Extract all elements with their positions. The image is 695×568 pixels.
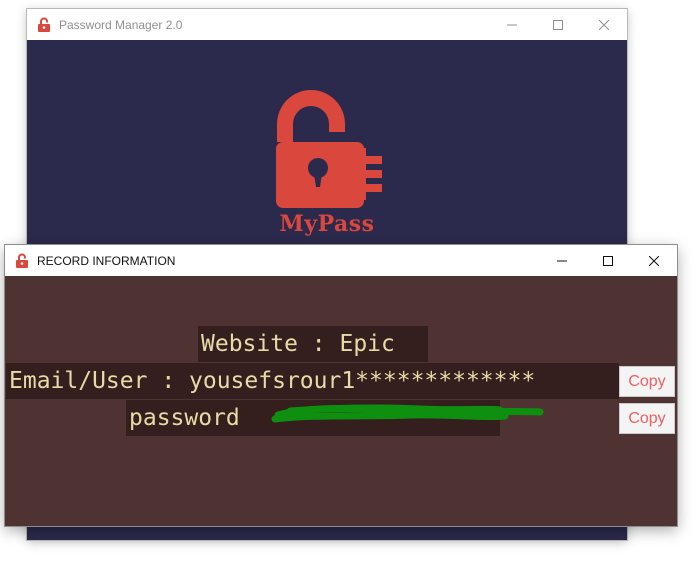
password-redaction-scribble (271, 404, 544, 423)
minimize-button[interactable] (539, 245, 585, 276)
minimize-button[interactable] (489, 9, 535, 40)
record-information-window: RECORD INFORMATION Website: Epic Email/… (5, 245, 677, 526)
record-titlebar[interactable]: RECORD INFORMATION (5, 245, 677, 276)
website-label: Website : Epic (198, 326, 428, 362)
close-icon (599, 19, 609, 30)
minimize-icon (557, 260, 567, 261)
copy-password-button[interactable]: Copy (619, 403, 675, 434)
desktop: Password Manager 2.0 MyPass RECORD INFOR… (0, 0, 695, 568)
maximize-icon (603, 255, 613, 266)
maximize-button[interactable] (535, 9, 581, 40)
main-window-title: Password Manager 2.0 (59, 17, 183, 32)
mypass-logo: MyPass (262, 84, 392, 244)
close-button[interactable] (631, 245, 677, 276)
close-button[interactable] (581, 9, 627, 40)
main-titlebar[interactable]: Password Manager 2.0 (27, 9, 627, 40)
lock-icon (38, 17, 50, 32)
copy-email-button[interactable]: Copy (619, 366, 675, 397)
lock-icon (16, 253, 28, 268)
minimize-icon (507, 24, 517, 25)
padlock-icon (276, 90, 382, 208)
record-window-controls (539, 245, 677, 276)
close-icon (649, 255, 659, 266)
email-user-label: Email/User : yousefsrour1************* (6, 363, 619, 399)
record-window-title: RECORD INFORMATION (37, 253, 176, 268)
maximize-icon (553, 19, 563, 30)
maximize-button[interactable] (585, 245, 631, 276)
main-window-controls (489, 9, 627, 40)
logo-text: MyPass (279, 211, 375, 237)
